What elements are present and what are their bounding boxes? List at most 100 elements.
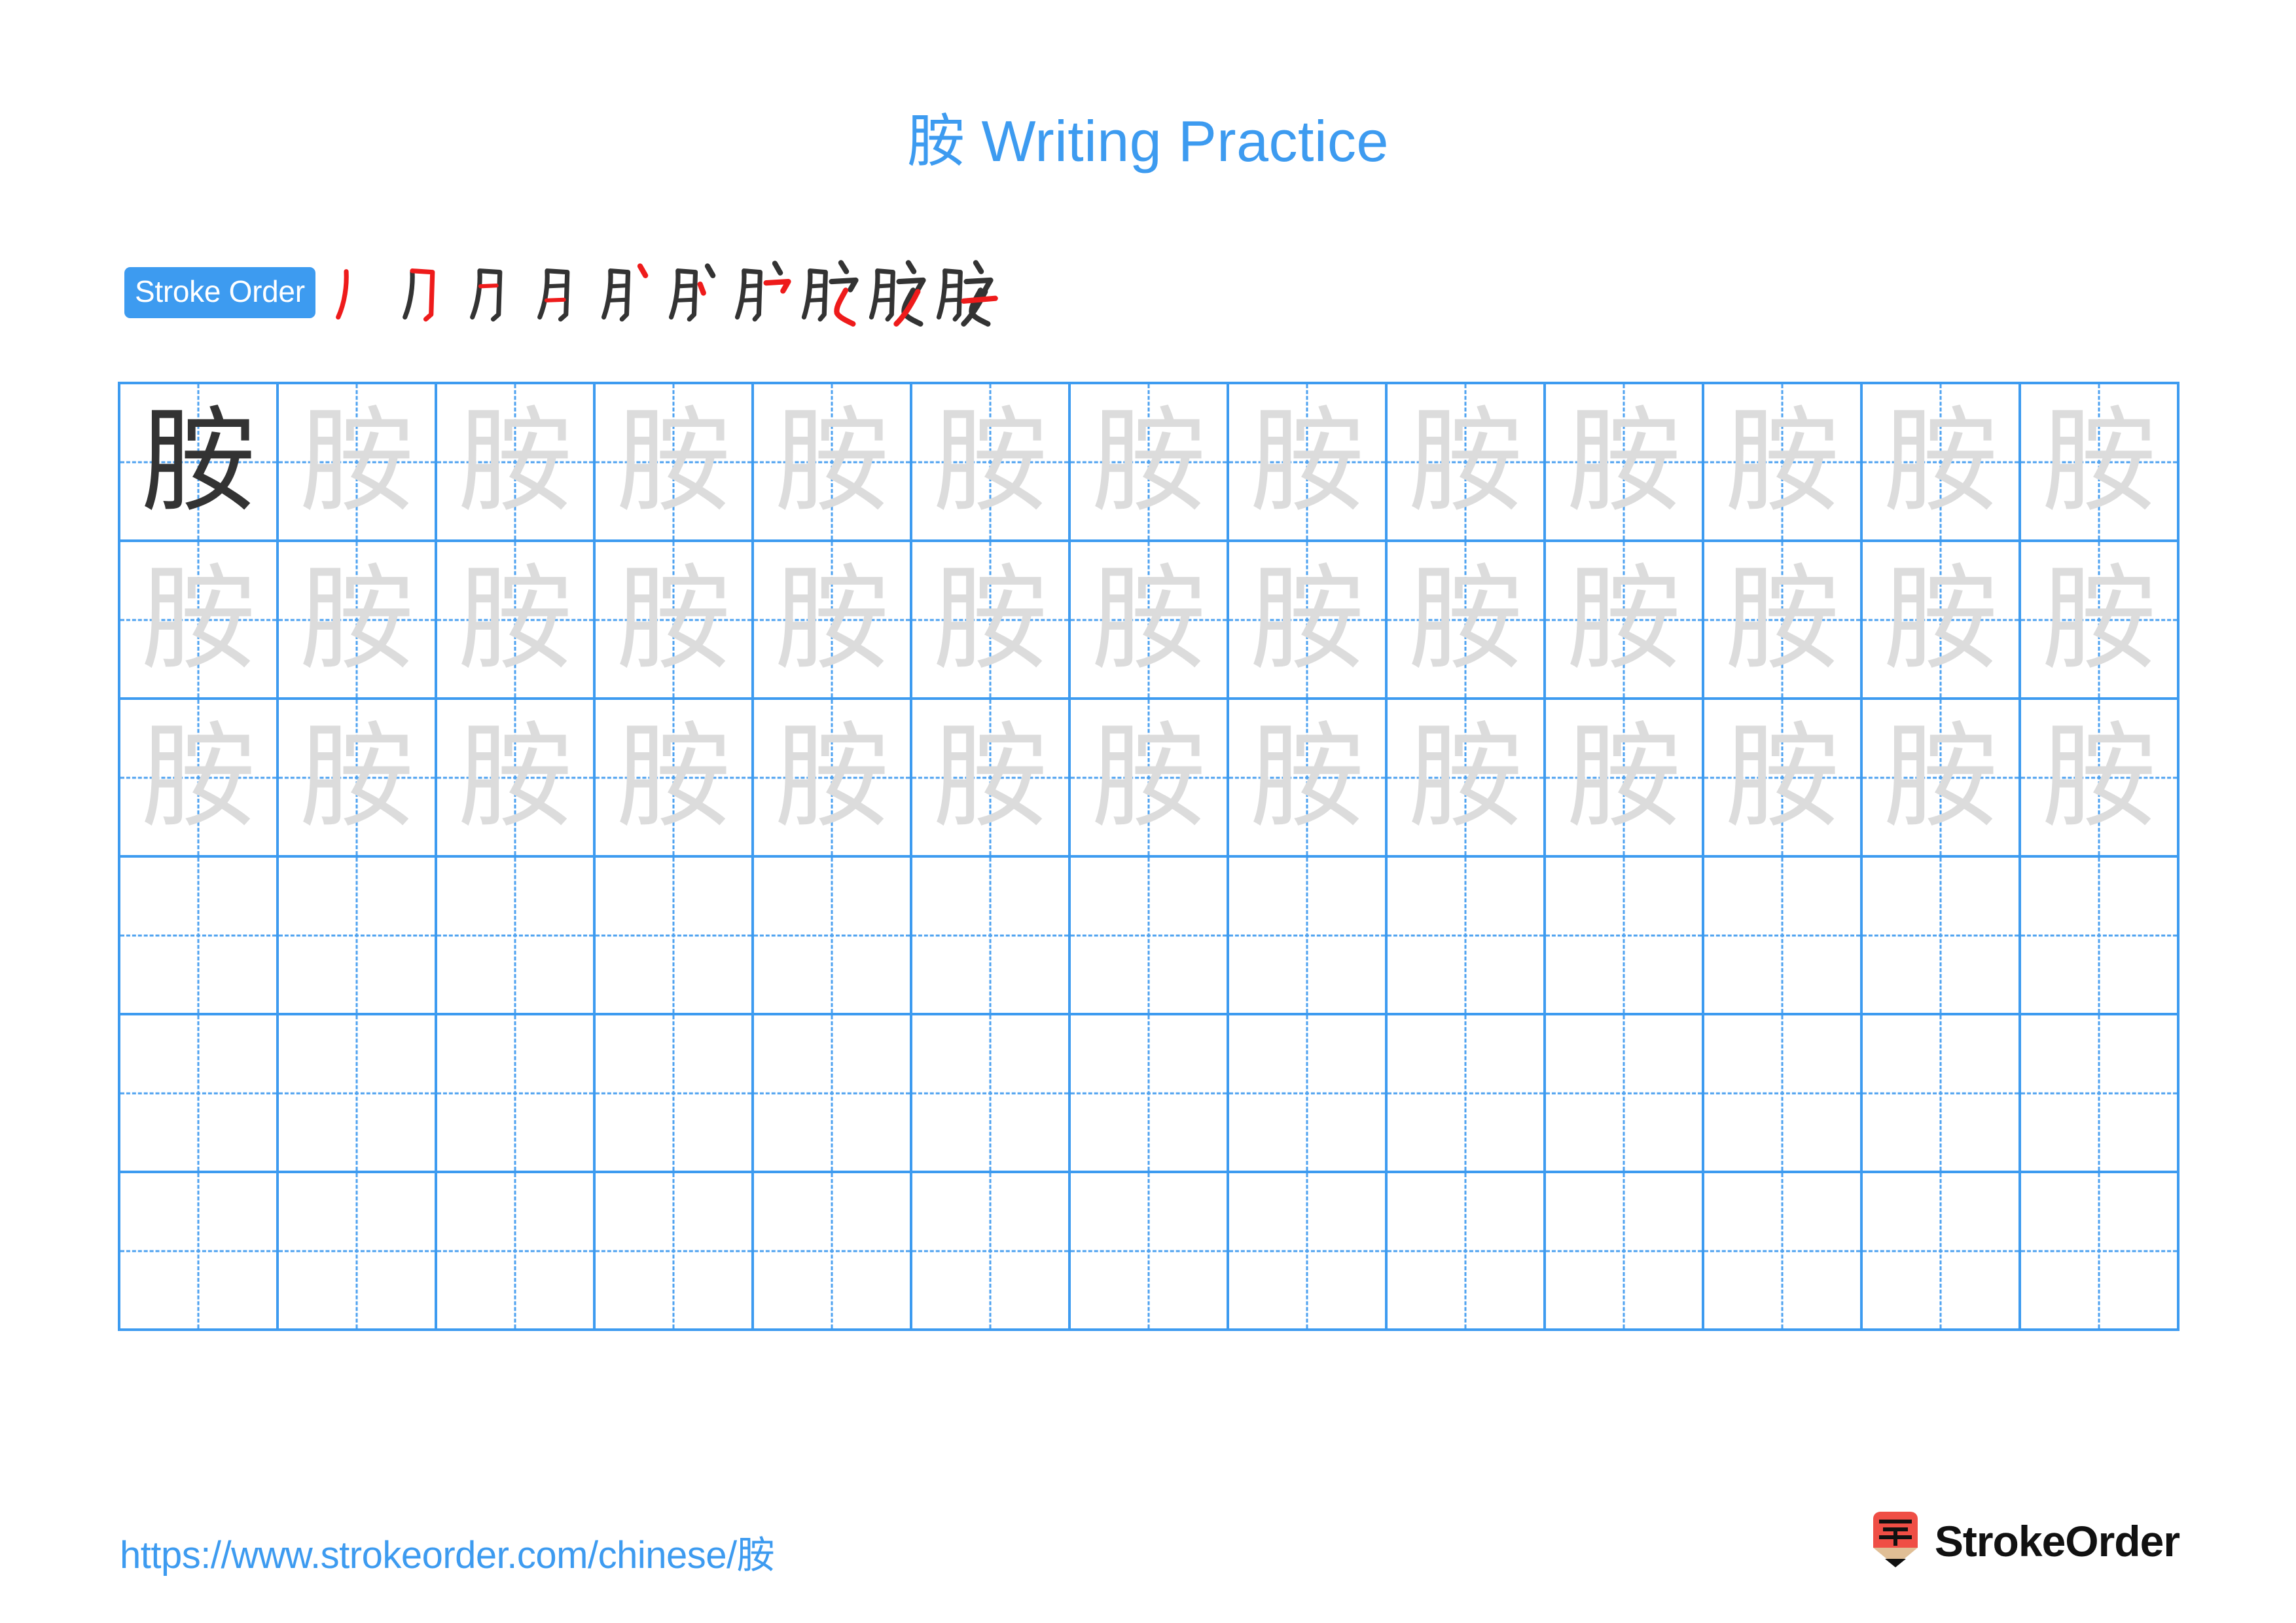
practice-cell[interactable] (754, 1173, 912, 1331)
practice-cell[interactable] (1863, 1015, 2021, 1173)
practice-cell[interactable] (1071, 1173, 1229, 1331)
practice-cell[interactable]: 胺 (1704, 542, 1863, 700)
practice-cell[interactable] (1704, 858, 1863, 1015)
practice-cell[interactable] (279, 858, 437, 1015)
practice-cell[interactable] (1863, 1173, 2021, 1331)
practice-cell[interactable]: 胺 (120, 700, 279, 858)
practice-cell[interactable] (437, 1015, 596, 1173)
practice-cell[interactable] (279, 1015, 437, 1173)
brand-logo[interactable]: StrokeOrder (1871, 1511, 2180, 1571)
practice-cell[interactable]: 胺 (437, 542, 596, 700)
practice-cell[interactable] (912, 1173, 1071, 1331)
practice-cell[interactable]: 胺 (2021, 384, 2179, 542)
page-title-character: 胺 (906, 107, 965, 175)
trace-character: 胺 (299, 711, 414, 844)
practice-cell[interactable] (1546, 1015, 1704, 1173)
practice-cell[interactable]: 胺 (2021, 542, 2179, 700)
trace-character: 胺 (933, 395, 1048, 528)
practice-cell[interactable] (596, 858, 754, 1015)
practice-cell[interactable]: 胺 (1229, 700, 1388, 858)
trace-character: 胺 (616, 395, 731, 528)
practice-cell[interactable]: 胺 (912, 542, 1071, 700)
trace-character: 胺 (457, 395, 573, 528)
practice-cell[interactable]: 胺 (754, 384, 912, 542)
practice-cell[interactable]: 胺 (912, 700, 1071, 858)
practice-cell[interactable]: 胺 (437, 700, 596, 858)
trace-character: 胺 (457, 711, 573, 844)
practice-cell[interactable] (437, 1173, 596, 1331)
practice-cell[interactable] (1229, 1173, 1388, 1331)
practice-cell[interactable] (754, 858, 912, 1015)
practice-cell[interactable]: 胺 (1388, 700, 1546, 858)
practice-cell[interactable]: 胺 (1388, 542, 1546, 700)
practice-cell[interactable] (1546, 858, 1704, 1015)
practice-cell[interactable]: 胺 (120, 384, 279, 542)
practice-cell[interactable] (1388, 1015, 1546, 1173)
practice-cell[interactable]: 胺 (596, 700, 754, 858)
practice-cell[interactable] (1863, 858, 2021, 1015)
practice-cell[interactable] (120, 1015, 279, 1173)
practice-cell[interactable]: 胺 (1863, 542, 2021, 700)
practice-cell[interactable] (1071, 1015, 1229, 1173)
practice-cell[interactable] (279, 1173, 437, 1331)
practice-cell[interactable] (2021, 1015, 2179, 1173)
practice-cell[interactable] (1388, 1173, 1546, 1331)
practice-cell[interactable] (596, 1173, 754, 1331)
practice-cell[interactable]: 胺 (596, 384, 754, 542)
trace-character: 胺 (1249, 553, 1365, 686)
practice-cell[interactable]: 胺 (1071, 700, 1229, 858)
practice-cell[interactable] (1388, 858, 1546, 1015)
practice-cell[interactable] (120, 858, 279, 1015)
source-url-prefix: https://www.strokeorder.com/chinese/ (120, 1534, 737, 1577)
source-url-character: 胺 (736, 1533, 775, 1577)
practice-grid: 胺胺胺胺胺胺胺胺胺胺胺胺胺胺胺胺胺胺胺胺胺胺胺胺胺胺胺胺胺胺胺胺胺胺胺胺胺胺胺 (118, 382, 2179, 1331)
practice-cell[interactable]: 胺 (1704, 384, 1863, 542)
practice-cell[interactable] (1229, 858, 1388, 1015)
practice-cell[interactable] (2021, 1173, 2179, 1331)
practice-cell[interactable] (912, 858, 1071, 1015)
practice-cell[interactable]: 胺 (596, 542, 754, 700)
practice-cell[interactable]: 胺 (279, 700, 437, 858)
practice-cell[interactable]: 胺 (279, 384, 437, 542)
trace-character: 胺 (1725, 395, 1840, 528)
practice-cell[interactable]: 胺 (1546, 700, 1704, 858)
practice-cell[interactable]: 胺 (120, 542, 279, 700)
trace-character: 胺 (1725, 553, 1840, 686)
trace-character: 胺 (1091, 711, 1206, 844)
practice-cell[interactable]: 胺 (1229, 542, 1388, 700)
trace-character: 胺 (1249, 711, 1365, 844)
practice-cell[interactable] (1704, 1015, 1863, 1173)
trace-character: 胺 (1566, 395, 1681, 528)
practice-cell[interactable]: 胺 (2021, 700, 2179, 858)
source-url[interactable]: https://www.strokeorder.com/chinese/胺 (120, 1524, 775, 1579)
practice-cell[interactable]: 胺 (754, 700, 912, 858)
practice-cell[interactable] (120, 1173, 279, 1331)
stroke-step-8 (797, 254, 864, 331)
practice-cell[interactable]: 胺 (1546, 384, 1704, 542)
practice-cell[interactable]: 胺 (1704, 700, 1863, 858)
stroke-step-4 (527, 254, 594, 331)
practice-cell[interactable] (2021, 858, 2179, 1015)
practice-cell[interactable] (1704, 1173, 1863, 1331)
practice-cell[interactable] (1229, 1015, 1388, 1173)
practice-cell[interactable]: 胺 (1388, 384, 1546, 542)
practice-cell[interactable]: 胺 (1863, 700, 2021, 858)
trace-character: 胺 (774, 711, 889, 844)
practice-cell[interactable]: 胺 (1229, 384, 1388, 542)
practice-cell[interactable]: 胺 (1071, 384, 1229, 542)
practice-cell[interactable] (912, 1015, 1071, 1173)
trace-character: 胺 (1883, 711, 1998, 844)
practice-cell[interactable]: 胺 (912, 384, 1071, 542)
page-title-text: Writing Practice (965, 109, 1389, 173)
practice-cell[interactable]: 胺 (1071, 542, 1229, 700)
practice-cell[interactable] (596, 1015, 754, 1173)
practice-cell[interactable] (437, 858, 596, 1015)
practice-cell[interactable]: 胺 (1546, 542, 1704, 700)
practice-cell[interactable]: 胺 (754, 542, 912, 700)
practice-cell[interactable]: 胺 (279, 542, 437, 700)
practice-cell[interactable] (1546, 1173, 1704, 1331)
practice-cell[interactable]: 胺 (437, 384, 596, 542)
practice-cell[interactable]: 胺 (1863, 384, 2021, 542)
practice-cell[interactable] (1071, 858, 1229, 1015)
practice-cell[interactable] (754, 1015, 912, 1173)
